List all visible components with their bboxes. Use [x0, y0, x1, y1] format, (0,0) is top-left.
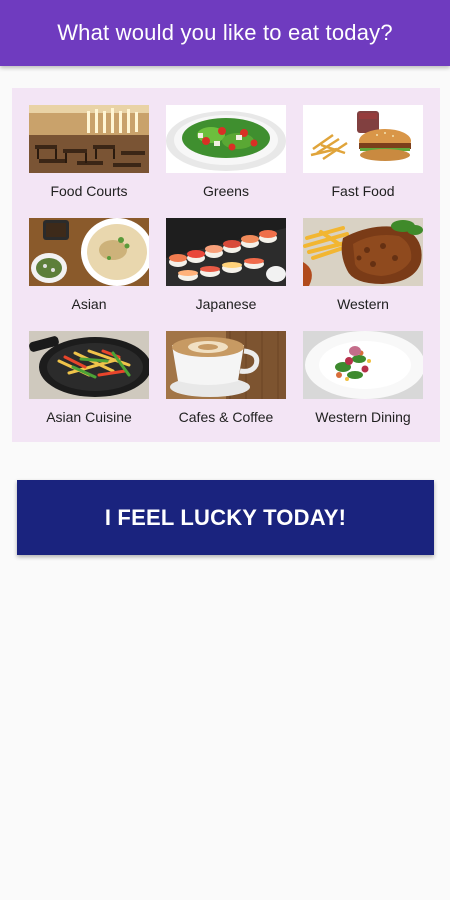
feel-lucky-button[interactable]: I FEEL LUCKY TODAY!	[17, 480, 434, 555]
category-label: Fast Food	[331, 183, 395, 199]
category-tile-western-dining[interactable]: Western Dining	[303, 331, 423, 439]
category-tile-greens[interactable]: Greens	[166, 105, 286, 213]
burger-fries-photo	[303, 105, 423, 173]
category-tile-japanese[interactable]: Japanese	[166, 218, 286, 326]
food-court-photo	[29, 105, 149, 173]
latte-photo	[166, 331, 286, 399]
stir-fry-wok-photo	[29, 331, 149, 399]
sushi-photo	[166, 218, 286, 286]
category-label: Asian	[71, 296, 107, 312]
category-tile-western[interactable]: Western	[303, 218, 423, 326]
category-label: Cafes & Coffee	[178, 409, 274, 425]
category-tile-asian-cuisine[interactable]: Asian Cuisine	[29, 331, 149, 439]
category-label: Food Courts	[50, 183, 128, 199]
feel-lucky-label: I FEEL LUCKY TODAY!	[104, 504, 347, 530]
category-grid: Food Courts Greens Fast Food Asian Japan…	[12, 88, 440, 442]
category-label: Japanese	[195, 296, 257, 312]
page-title: What would you like to eat today?	[57, 20, 393, 45]
noodle-soup-photo	[29, 218, 149, 286]
steak-fries-photo	[303, 218, 423, 286]
category-label: Greens	[203, 183, 249, 199]
category-label: Western Dining	[315, 409, 411, 425]
plated-dish-photo	[303, 331, 423, 399]
salad-photo	[166, 105, 286, 173]
category-tile-asian[interactable]: Asian	[29, 218, 149, 326]
category-label: Asian Cuisine	[46, 409, 132, 425]
category-tile-fast-food[interactable]: Fast Food	[303, 105, 423, 213]
category-tile-cafes-coffee[interactable]: Cafes & Coffee	[166, 331, 286, 439]
category-tile-food-courts[interactable]: Food Courts	[29, 105, 149, 213]
app-bar: What would you like to eat today?	[0, 0, 450, 66]
category-label: Western	[337, 296, 389, 312]
